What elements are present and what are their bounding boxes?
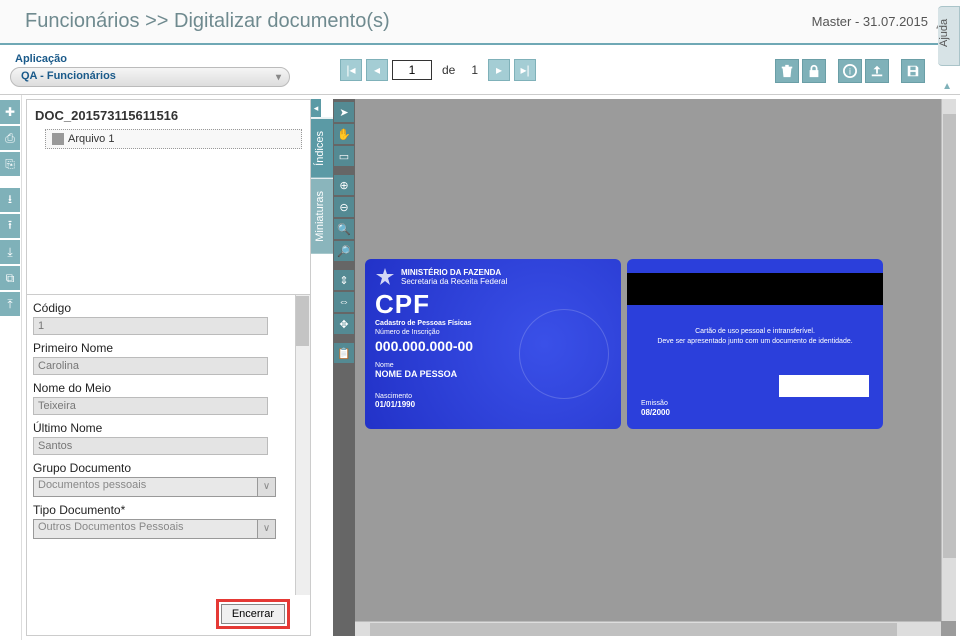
back-line2: Deve ser apresentado junto com um docume… [627,337,883,347]
file-item[interactable]: Arquivo 1 [45,129,302,149]
signature-box [779,375,869,397]
tab-miniaturas[interactable]: Miniaturas [311,178,333,254]
scan-button[interactable]: ⎙ [0,126,20,150]
secretary-text: Secretaria da Receita Federal [401,277,507,286]
page-insert-button[interactable]: ⤓ [0,240,20,264]
page-of-label: de [436,63,461,77]
zoom-in-tool[interactable]: ⊕ [334,175,354,195]
zoom-out-tool[interactable]: ⊖ [334,197,354,217]
back-line1: Cartão de uso pessoal e intransferível. [627,327,883,337]
codigo-label: Código [33,301,300,315]
select-tool[interactable]: ▭ [334,146,354,166]
right-toolbar: i [775,59,925,83]
next-page-button[interactable]: ▸ [488,59,510,81]
side-tabstrip: ◂ Índices Miniaturas [311,99,333,636]
primeiro-label: Primeiro Nome [33,341,300,355]
trash-button[interactable] [775,59,799,83]
grupo-select[interactable]: Documentos pessoais ∨ [33,477,276,497]
fit-height-tool[interactable]: ⇕ [334,270,354,290]
app-select[interactable]: QA - Funcionários ▾ [10,67,290,87]
seal-icon [519,309,609,399]
back-text: Cartão de uso pessoal e intransferível. … [627,327,883,347]
file-label: Arquivo 1 [68,133,114,145]
zoom-reset-tool[interactable]: 🔎 [334,241,354,261]
meio-input[interactable] [33,397,268,415]
page-input[interactable] [392,60,432,80]
file-icon [52,133,64,145]
toolbar: Aplicação QA - Funcionários ▾ |◂ ◂ de 1 … [0,45,960,95]
collapse-panel-button[interactable]: ◂ [311,99,321,117]
codigo-input[interactable] [33,317,268,335]
lock-button[interactable] [802,59,826,83]
grupo-value: Documentos pessoais [38,479,146,491]
viewer-toolbar: ➤ ✋ ▭ ⊕ ⊖ 🔍 🔎 ⇕ ⇔ ✥ 📋 [333,99,355,636]
save-button[interactable] [901,59,925,83]
prev-page-button[interactable]: ◂ [366,59,388,81]
export-button[interactable] [865,59,889,83]
zoom-region-tool[interactable]: 🔍 [334,219,354,239]
primeiro-input[interactable] [33,357,268,375]
tab-indices[interactable]: Índices [311,118,333,178]
header-bar: Funcionários >> Digitalizar documento(s)… [0,0,960,45]
user-info: Master - 31.07.2015 [812,14,950,29]
page-title: Funcionários >> Digitalizar documento(s) [25,10,812,33]
viewer-h-scrollbar[interactable] [355,621,941,636]
page-down-button[interactable]: ⭳ [0,188,20,212]
add-doc-button[interactable]: ✚ [0,100,20,124]
title-sub: Digitalizar documento(s) [174,10,390,32]
pointer-tool[interactable]: ➤ [334,102,354,122]
viewer-v-scrollbar[interactable] [941,99,956,621]
tipo-select[interactable]: Outros Documentos Pessoais ∨ [33,519,276,539]
emissao-value: 08/2000 [641,408,670,417]
emissao-label: Emissão [641,400,668,407]
collapse-toolbar-icon[interactable]: ▲ [942,81,952,92]
fit-page-tool[interactable]: ✥ [334,314,354,334]
viewer-canvas[interactable]: MINISTÉRIO DA FAZENDA Secretaria da Rece… [355,99,956,636]
document-image: MINISTÉRIO DA FAZENDA Secretaria da Rece… [365,259,883,429]
last-page-button[interactable]: ▸| [514,59,536,81]
chevron-down-icon: ▾ [276,72,281,83]
first-page-button[interactable]: |◂ [340,59,362,81]
title-sep: >> [145,10,168,32]
app-label: Aplicação [15,53,290,65]
grupo-label: Grupo Documento [33,461,300,475]
meio-label: Nome do Meio [33,381,300,395]
brasao-icon [375,267,395,287]
ministry-text: MINISTÉRIO DA FAZENDA [401,268,507,277]
ultimo-label: Último Nome [33,421,300,435]
magnetic-stripe [627,273,883,305]
page-nav: |◂ ◂ de 1 ▸ ▸| [340,59,536,81]
app-value: QA - Funcionários [21,70,116,82]
chevron-down-icon: ∨ [257,520,275,538]
pan-tool[interactable]: ✋ [334,124,354,144]
form-area: Código Primeiro Nome Nome do Meio Último… [27,295,310,595]
clipboard-tool[interactable]: 📋 [334,343,354,363]
form-scrollbar[interactable] [295,295,310,595]
left-panel: DOC_201573115611516 Arquivo 1 Código Pri… [26,99,311,636]
title-main: Funcionários [25,10,140,32]
encerrar-highlight: Encerrar [216,599,290,629]
info-button[interactable]: i [838,59,862,83]
copy-doc-button[interactable]: ⎘ [0,152,20,176]
main-area: ✚ ⎙ ⎘ ⭳ ⭱ ⤓ ⧉ ⤒ DOC_201573115611516 Arqu… [0,95,960,640]
page-total: 1 [465,63,484,77]
doc-name: DOC_201573115611516 [35,108,302,123]
fit-width-tool[interactable]: ⇔ [334,292,354,312]
tipo-value: Outros Documentos Pessoais [38,521,184,533]
doc-tree: DOC_201573115611516 Arquivo 1 [27,100,310,295]
left-iconstrip: ✚ ⎙ ⎘ ⭳ ⭱ ⤓ ⧉ ⤒ [0,95,22,640]
page-up-button[interactable]: ⭱ [0,214,20,238]
cpf-card-back: Cartão de uso pessoal e intransferível. … [627,259,883,429]
page-export-button[interactable]: ⤒ [0,292,20,316]
user-label: Master - 31.07.2015 [812,14,928,29]
page-dup-button[interactable]: ⧉ [0,266,20,290]
svg-text:i: i [849,67,851,77]
chevron-down-icon: ∨ [257,478,275,496]
encerrar-button[interactable]: Encerrar [221,604,285,624]
birth-date: 01/01/1990 [375,400,611,409]
cpf-card-front: MINISTÉRIO DA FAZENDA Secretaria da Rece… [365,259,621,429]
ultimo-input[interactable] [33,437,268,455]
tipo-label: Tipo Documento* [33,503,300,517]
